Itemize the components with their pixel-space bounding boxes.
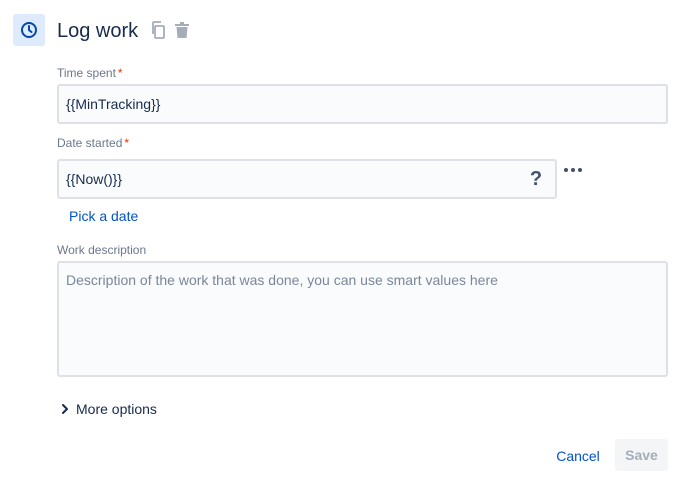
more-options-toggle[interactable]: More options xyxy=(60,401,157,417)
work-description-label: Work description xyxy=(57,243,147,257)
clock-icon xyxy=(13,14,45,46)
page-title: Log work xyxy=(57,20,139,42)
chevron-right-icon xyxy=(62,404,68,414)
time-spent-value: {{MinTracking}} xyxy=(66,96,161,112)
time-spent-label-text: Time spent xyxy=(57,66,116,80)
cancel-button[interactable]: Cancel xyxy=(549,441,607,471)
more-icon[interactable] xyxy=(562,160,584,180)
time-spent-label: Time spent * xyxy=(57,66,123,80)
trash-icon[interactable] xyxy=(173,20,191,40)
date-started-label: Date started * xyxy=(57,136,129,150)
save-button[interactable]: Save xyxy=(615,439,668,471)
more-options-label: More options xyxy=(76,401,157,417)
required-mark: * xyxy=(117,66,123,80)
work-description-placeholder: Description of the work that was done, y… xyxy=(66,272,498,288)
pick-a-date-link[interactable]: Pick a date xyxy=(69,208,138,224)
copy-icon[interactable] xyxy=(150,20,168,40)
date-started-label-text: Date started xyxy=(57,136,123,150)
question-icon[interactable]: ? xyxy=(525,168,547,190)
date-started-value: {{Now()}} xyxy=(66,171,123,187)
work-description-textarea[interactable]: Description of the work that was done, y… xyxy=(57,261,668,377)
time-spent-input[interactable]: {{MinTracking}} xyxy=(57,84,668,124)
required-mark: * xyxy=(124,136,130,150)
date-started-input[interactable]: {{Now()}} xyxy=(57,159,557,199)
